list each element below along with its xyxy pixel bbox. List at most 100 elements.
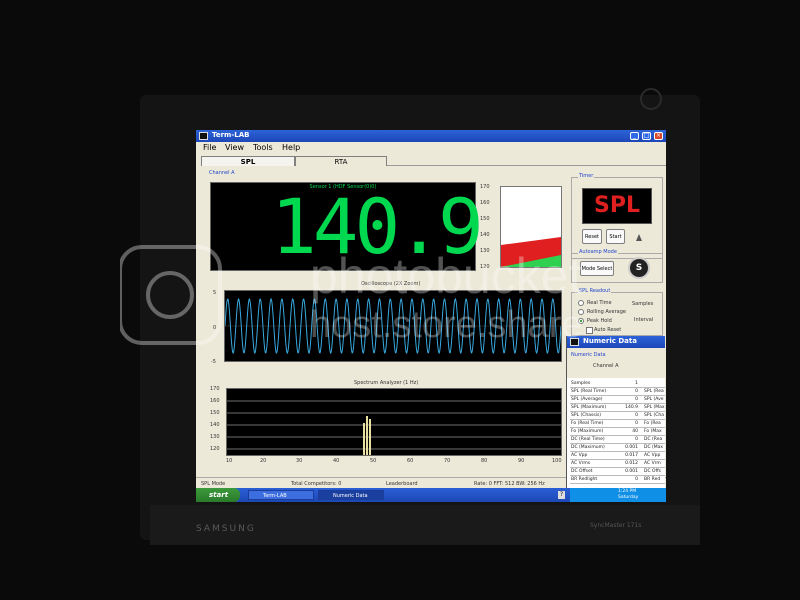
- table-row: AC Vrms 0.012 AC Vrm: [570, 460, 665, 468]
- spl-display: Sensor 1 (HDF Sensor(0)0) 140.9: [210, 182, 484, 271]
- start-button[interactable]: Start: [606, 229, 625, 244]
- numeric-value: 0: [635, 421, 638, 426]
- table-row: DC (Maximum) 0.001 DC (Max: [570, 444, 665, 452]
- spectrum-y-label: 130: [210, 434, 220, 440]
- spectrum-bar: [363, 423, 365, 455]
- numeric-key: AC Vpp: [644, 453, 661, 458]
- title-bar: Term-LAB _ □ ×: [196, 130, 666, 142]
- numeric-key: SPL (Rea: [644, 389, 664, 394]
- numeric-key: SPL (Cha: [644, 413, 665, 418]
- spectrum-grid: [227, 400, 561, 450]
- numeric-key: AC Vrm: [644, 461, 661, 466]
- cursor-icon: [636, 234, 642, 241]
- numeric-key: DC (Rea: [644, 437, 663, 442]
- table-row: DC Offset 0.001 DC Offs: [570, 468, 665, 476]
- taskbar-item-term-lab[interactable]: Term-LAB: [248, 490, 314, 500]
- system-tray: 1:24 PM Saturday: [570, 488, 666, 502]
- status-competitors: Total Competitors: 0: [291, 481, 342, 487]
- radio-real-time[interactable]: [578, 300, 584, 306]
- table-row: AC Vpp 0.017 AC Vpp: [570, 452, 665, 460]
- numeric-key: Fo (Maximum): [571, 429, 604, 434]
- numeric-key: DC Offset: [571, 469, 593, 474]
- numeric-key: SPL (Average): [571, 397, 603, 402]
- numeric-value: 0: [635, 437, 638, 442]
- status-mode: SPL Mode: [201, 481, 226, 487]
- help-icon[interactable]: ?: [558, 491, 565, 499]
- spectrum-x-axis: 10 20 30 40 50 60 70 80 90 100: [226, 458, 566, 466]
- status-leaderboard: Leaderboard: [386, 481, 418, 487]
- numeric-key: Samples: [571, 381, 591, 386]
- bar-meter-fill: [501, 237, 561, 267]
- menu-file[interactable]: File: [203, 143, 216, 152]
- bar-tick: 130: [480, 248, 490, 254]
- spectrum-title: Spectrum Analyzer (1 Hz): [354, 380, 419, 386]
- table-row: SPL (Maximum) 140.9 SPL (Max: [570, 404, 665, 412]
- table-row: SPL (Chassis) 0 SPL (Cha: [570, 412, 665, 420]
- spectrum-y-label: 140: [210, 422, 220, 428]
- spectrum-y-label: 120: [210, 446, 220, 452]
- numeric-key: SPL (Maximum): [571, 405, 607, 410]
- spectrum-y-label: 160: [210, 398, 220, 404]
- channel-label: Channel A: [209, 170, 235, 176]
- table-row: SPL (Real Time) 0 SPL (Rea: [570, 388, 665, 396]
- menu-help[interactable]: Help: [282, 143, 300, 152]
- numeric-key: Fo (Max: [644, 429, 662, 434]
- menu-tools[interactable]: Tools: [253, 143, 273, 152]
- auto-reset-checkbox[interactable]: [586, 327, 593, 334]
- monitor-model: SyncMaster 171s: [590, 522, 642, 529]
- numeric-header-row: Samples 1: [570, 380, 665, 388]
- menu-view[interactable]: View: [225, 143, 244, 152]
- numeric-key: Fo (Rea: [644, 421, 661, 426]
- numeric-window-title: Numeric Data: [583, 337, 637, 345]
- spl-value: 140.9: [271, 182, 484, 271]
- radio-peak-hold[interactable]: [578, 318, 584, 324]
- samples-label: Samples: [632, 301, 654, 307]
- minimize-icon[interactable]: _: [630, 132, 639, 140]
- numeric-key: SPL (Max: [644, 405, 665, 410]
- bar-tick: 170: [480, 184, 490, 190]
- timer-group: Timer SPL Reset Start: [571, 173, 663, 259]
- spectrum-x-label: 80: [481, 458, 488, 464]
- timer-display: SPL: [582, 188, 652, 224]
- taskbar: start Term-LAB Numeric Data ? 1:24 PM Sa…: [196, 488, 666, 502]
- spectrum-x-label: 70: [444, 458, 451, 464]
- bar-scale: 170 160 150 140 130 120: [478, 184, 498, 270]
- spectrum-x-label: 20: [260, 458, 267, 464]
- start-button[interactable]: start: [196, 488, 240, 502]
- spectrum-x-label: 30: [296, 458, 303, 464]
- interval-label: Interval: [634, 317, 654, 323]
- spectrum-x-label: 10: [226, 458, 233, 464]
- numeric-value: 0.001: [625, 469, 638, 474]
- numeric-key: BR Red: [644, 477, 661, 482]
- taskbar-item-numeric-data[interactable]: Numeric Data: [318, 490, 384, 500]
- maximize-icon[interactable]: □: [642, 132, 651, 140]
- bar-tick: 150: [480, 216, 490, 222]
- table-row: BR Redlight 0 BR Red: [570, 476, 665, 484]
- close-icon[interactable]: ×: [654, 132, 663, 140]
- numeric-key: SPL (Real Time): [571, 389, 607, 394]
- mode-select-button[interactable]: Mode Select: [580, 261, 614, 276]
- spectrum-x-label: 90: [518, 458, 525, 464]
- spectrum-display: [226, 388, 562, 456]
- reset-button[interactable]: Reset: [582, 229, 602, 244]
- numeric-key: AC Vpp: [571, 453, 588, 458]
- numeric-key: SPL (Chassis): [571, 413, 602, 418]
- numeric-key: DC (Max: [644, 445, 664, 450]
- app-icon: [199, 132, 208, 140]
- tab-rta[interactable]: RTA: [295, 156, 387, 166]
- spl-logo-icon: S: [628, 257, 650, 279]
- numeric-data-window: Numeric Data Numeric Data Channel A Samp…: [566, 336, 665, 488]
- spectrum-y-label: 170: [210, 386, 220, 392]
- spectrum-bar: [366, 416, 368, 455]
- numeric-key: DC (Real Time): [571, 437, 605, 442]
- spectrum-x-label: 50: [370, 458, 377, 464]
- osc-y-label: 5: [213, 290, 217, 296]
- numeric-key: AC Vrms: [571, 461, 591, 466]
- timer-label: Timer: [578, 173, 595, 179]
- numeric-value: 0: [635, 397, 638, 402]
- radio-rolling-average[interactable]: [578, 309, 584, 315]
- tab-line: [387, 165, 666, 166]
- table-row: Fo (Real Time) 0 Fo (Rea: [570, 420, 665, 428]
- osc-y-label: -5: [211, 359, 216, 365]
- tab-spl[interactable]: SPL: [201, 156, 295, 166]
